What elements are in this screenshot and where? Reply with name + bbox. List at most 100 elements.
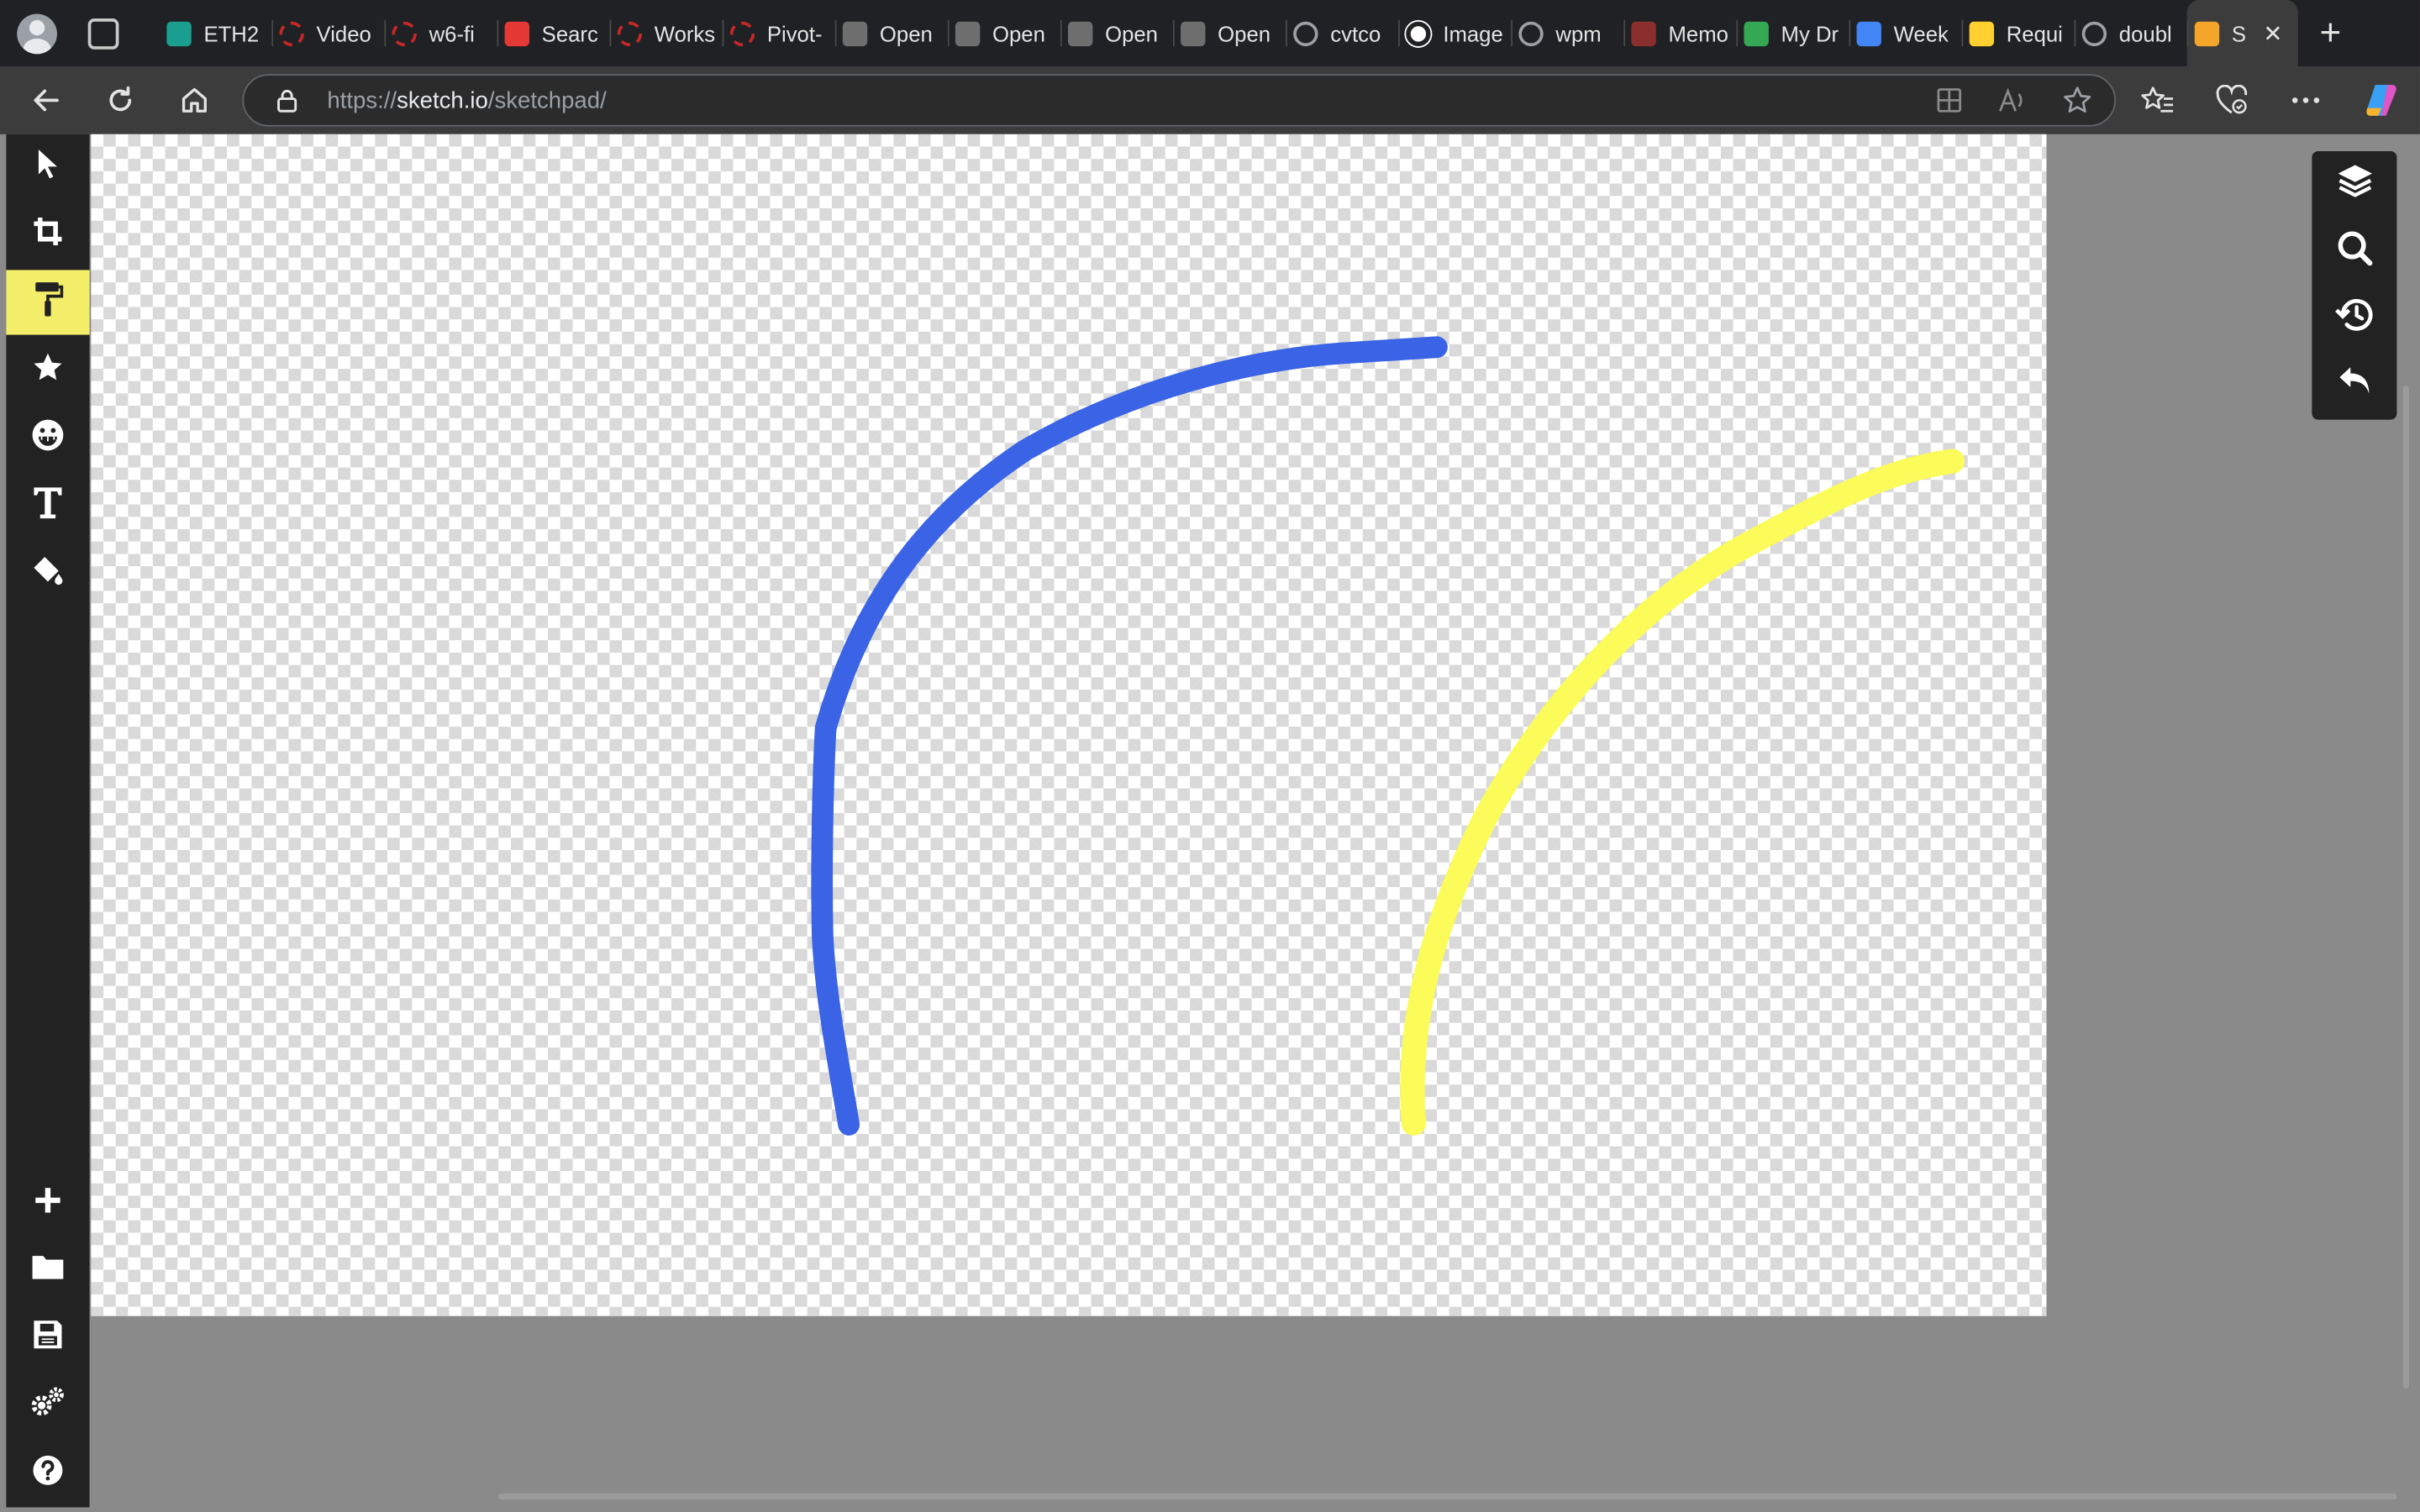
browser-tab[interactable]: wpm bbox=[1511, 0, 1623, 66]
undo-icon bbox=[2336, 362, 2373, 407]
browser-tab[interactable]: Open bbox=[834, 0, 948, 66]
blue-stroke[interactable] bbox=[811, 336, 1448, 1136]
right-panel bbox=[2312, 150, 2397, 420]
browser-tab-title: S bbox=[2231, 20, 2247, 46]
favorite-star-icon[interactable] bbox=[2062, 85, 2093, 123]
browser-tab[interactable]: Works bbox=[609, 0, 722, 66]
open-button[interactable] bbox=[6, 1237, 89, 1302]
layers-button[interactable] bbox=[2312, 151, 2396, 216]
emoji-icon bbox=[31, 417, 65, 459]
openreview-favicon-icon bbox=[392, 20, 417, 46]
save-button[interactable] bbox=[6, 1305, 89, 1370]
select-tool[interactable] bbox=[6, 134, 89, 199]
yellow-stroke[interactable] bbox=[1400, 449, 1965, 1136]
zoom-button[interactable] bbox=[2312, 219, 2396, 284]
url-path: /sketchpad/ bbox=[487, 87, 607, 113]
browser-tab[interactable]: Open bbox=[947, 0, 1060, 66]
profile-avatar-icon[interactable] bbox=[17, 13, 57, 54]
openreview-favicon-icon bbox=[279, 20, 304, 46]
browser-tab[interactable]: S ✕ bbox=[2186, 0, 2298, 66]
google-favicon-icon bbox=[1293, 20, 1318, 46]
url-host: sketch.io bbox=[397, 87, 488, 113]
tab-actions-icon[interactable] bbox=[87, 18, 119, 49]
app-available-icon[interactable] bbox=[1935, 87, 1963, 122]
eth2-favicon-icon bbox=[166, 20, 192, 46]
close-tab-icon[interactable]: ✕ bbox=[2263, 19, 2282, 47]
stamp-tool[interactable] bbox=[6, 338, 89, 402]
browser-tab[interactable]: Memo bbox=[1623, 0, 1736, 66]
browser-tab-title: Requi bbox=[2006, 20, 2063, 46]
drawing-canvas[interactable] bbox=[91, 134, 2047, 1316]
browser-tab-title: Pivot- bbox=[766, 20, 823, 46]
github-favicon-icon bbox=[842, 20, 868, 46]
left-toolbar bbox=[6, 134, 90, 1508]
miro-favicon-icon bbox=[1969, 20, 1995, 46]
favorites-icon[interactable] bbox=[2121, 77, 2195, 123]
home-icon[interactable] bbox=[171, 77, 218, 123]
undo-button[interactable] bbox=[2312, 352, 2396, 417]
browser-tab[interactable]: Searc bbox=[497, 0, 609, 66]
browser-tab[interactable]: Pivot- bbox=[722, 0, 835, 66]
google-favicon-icon bbox=[2081, 20, 2107, 46]
crop-tool[interactable] bbox=[6, 202, 89, 267]
more-options-icon[interactable] bbox=[2269, 77, 2343, 123]
browser-tab-title: Image bbox=[1443, 20, 1503, 46]
browser-tab-title: Works bbox=[654, 20, 716, 46]
lock-icon[interactable] bbox=[275, 88, 299, 113]
browser-tab[interactable]: Image bbox=[1398, 0, 1511, 66]
github-favicon-icon bbox=[955, 20, 981, 46]
browser-tab-title: Memo bbox=[1668, 20, 1728, 46]
magnifier-icon bbox=[2336, 229, 2373, 274]
back-arrow-icon[interactable] bbox=[24, 77, 70, 123]
crop-icon bbox=[33, 215, 64, 254]
paint-tool[interactable] bbox=[6, 270, 90, 335]
openreview-favicon-icon bbox=[729, 20, 755, 46]
settings-button[interactable] bbox=[6, 1373, 89, 1438]
emoji-tool[interactable] bbox=[6, 406, 89, 470]
text-tool[interactable] bbox=[6, 474, 89, 538]
browser-tab-title: wpm bbox=[1555, 20, 1602, 46]
browser-tab[interactable]: Open bbox=[1060, 0, 1173, 66]
new-tab-plus-icon[interactable]: + bbox=[2320, 14, 2342, 51]
drive-favicon-icon bbox=[1744, 20, 1769, 46]
new-button[interactable] bbox=[6, 1171, 89, 1236]
text-icon bbox=[33, 486, 64, 528]
reload-icon[interactable] bbox=[97, 77, 144, 123]
github-favicon-icon bbox=[1067, 20, 1093, 46]
browser-tab-title: Week bbox=[1893, 20, 1949, 46]
browser-tab[interactable]: My Dr bbox=[1736, 0, 1849, 66]
address-bar[interactable]: https://sketch.io/sketchpad/ bbox=[242, 74, 2117, 127]
browser-tab[interactable]: ETH2 bbox=[159, 0, 271, 66]
memo-favicon-icon bbox=[1631, 20, 1656, 46]
browser-tab-title: doubl bbox=[2118, 20, 2172, 46]
browser-tab[interactable]: w6-fi bbox=[384, 0, 497, 66]
browser-tab[interactable]: Week bbox=[1849, 0, 1961, 66]
browser-tab-title: Searc bbox=[541, 20, 598, 46]
browser-tab-title: Open bbox=[879, 20, 933, 46]
browser-tab-title: My Dr bbox=[1781, 20, 1839, 46]
browser-tab[interactable]: Requi bbox=[1961, 0, 2074, 66]
browser-essentials-icon[interactable] bbox=[2195, 77, 2269, 123]
docs-favicon-icon bbox=[1856, 20, 1881, 46]
vertical-scrollbar[interactable] bbox=[2402, 386, 2410, 1389]
question-icon bbox=[33, 1454, 64, 1493]
openai-favicon-icon bbox=[1406, 20, 1431, 46]
paint-roller-icon bbox=[33, 280, 64, 324]
browser-tab[interactable]: doubl bbox=[2074, 0, 2187, 66]
tab-list: ETH2 Video w6-fi Searc Works Pivot- Open Open Op… bbox=[159, 0, 2298, 66]
history-button[interactable] bbox=[2312, 286, 2396, 350]
browser-tab[interactable]: Open bbox=[1172, 0, 1286, 66]
help-button[interactable] bbox=[6, 1441, 89, 1505]
browser-tab-title: w6-fi bbox=[429, 20, 475, 46]
browser-tab-title: ETH2 bbox=[203, 20, 260, 46]
browser-tab[interactable]: Video bbox=[271, 0, 384, 66]
url-scheme: https:// bbox=[327, 87, 397, 113]
sketch-favicon-icon bbox=[2194, 20, 2220, 46]
read-aloud-icon[interactable] bbox=[1997, 87, 2028, 122]
copilot-icon[interactable] bbox=[2343, 77, 2420, 123]
save-icon bbox=[33, 1318, 64, 1357]
horizontal-scrollbar[interactable] bbox=[498, 1493, 2397, 1500]
browser-tab[interactable]: cvtco bbox=[1285, 0, 1398, 66]
fill-tool[interactable] bbox=[6, 542, 89, 606]
gears-icon bbox=[29, 1384, 66, 1426]
